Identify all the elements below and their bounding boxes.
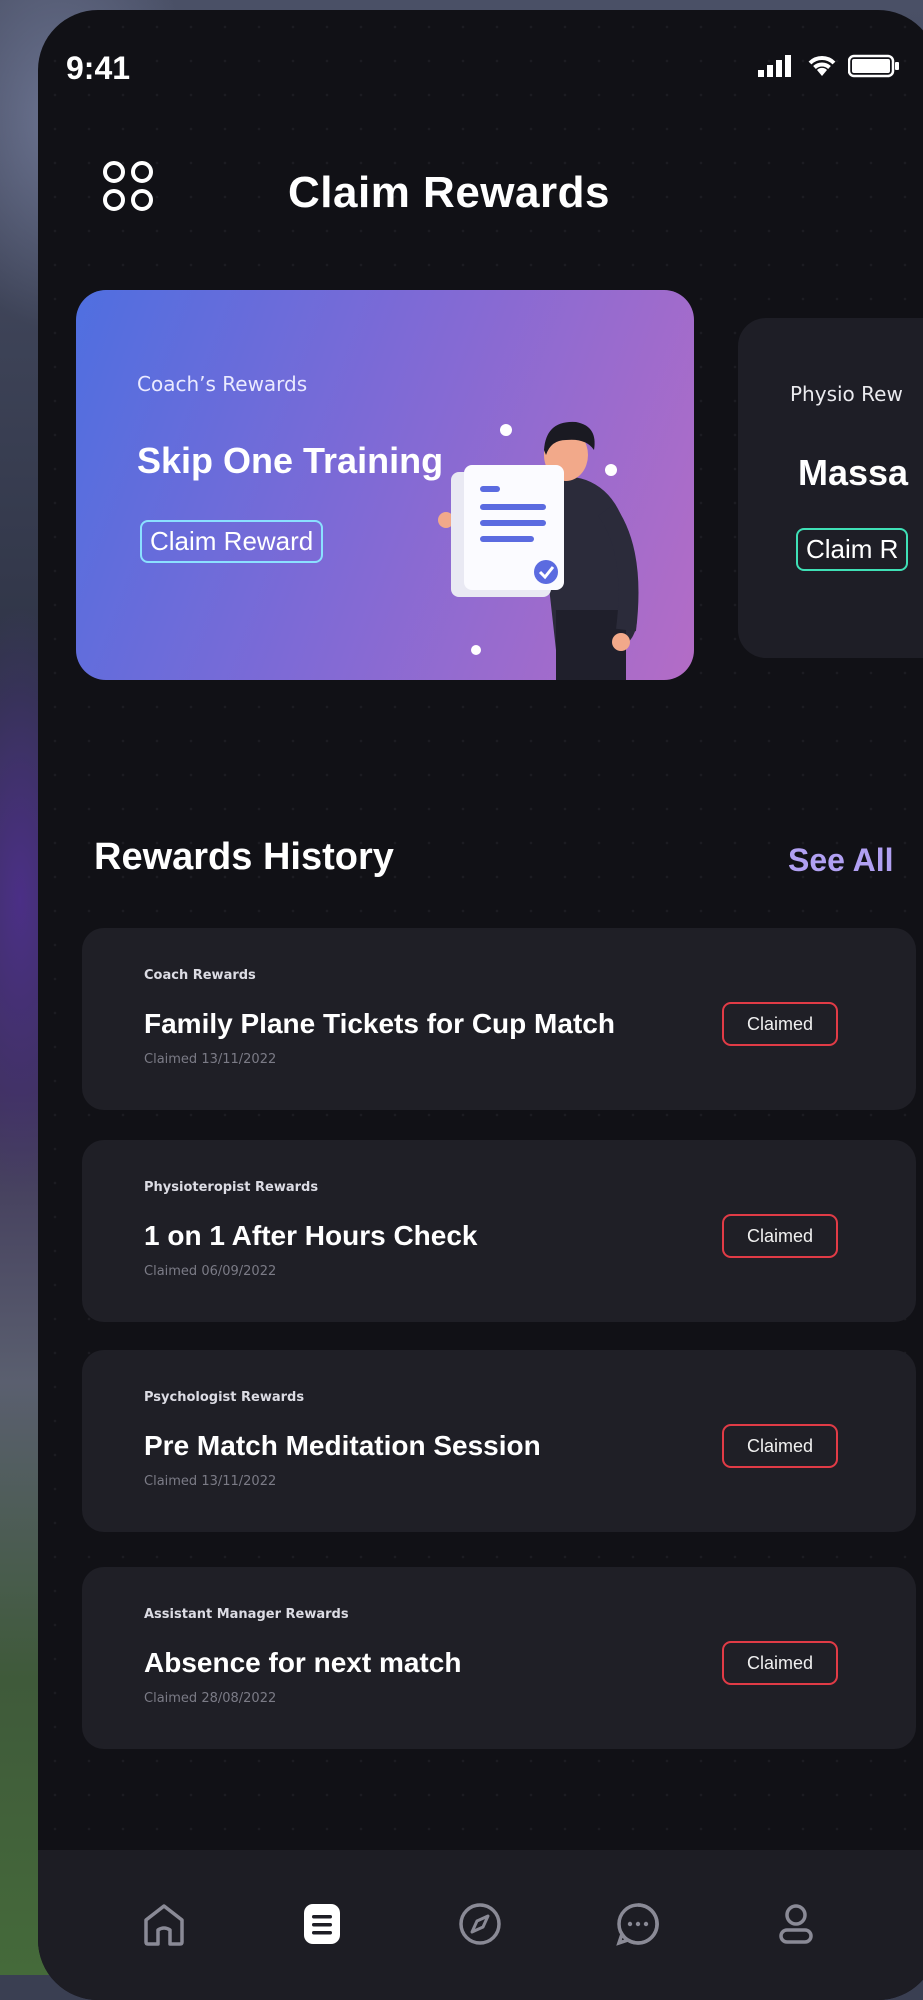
reward-card-category: Coach’s Rewards — [137, 372, 308, 396]
page-title: Claim Rewards — [288, 168, 610, 217]
history-row[interactable]: Coach Rewards Family Plane Tickets for C… — [82, 928, 916, 1110]
history-row[interactable]: Psychologist Rewards Pre Match Meditatio… — [82, 1350, 916, 1532]
history-title: Family Plane Tickets for Cup Match — [144, 1008, 615, 1039]
history-title: Absence for next match — [144, 1647, 462, 1678]
status-badge: Claimed — [722, 1641, 838, 1685]
reward-card-coach[interactable]: Coach’s Rewards Skip One Training Claim … — [76, 290, 694, 680]
history-title: 1 on 1 After Hours Check — [144, 1220, 478, 1251]
history-date: Claimed 13/11/2022 — [144, 1052, 277, 1067]
grid-icon[interactable] — [100, 158, 156, 214]
rewards-list-icon[interactable] — [292, 1894, 352, 1954]
battery-icon — [848, 54, 899, 78]
claim-reward-button[interactable]: Claim Reward — [140, 520, 324, 563]
reward-card-title: Massa — [798, 452, 909, 493]
status-icons — [758, 54, 900, 78]
history-date: Claimed 06/09/2022 — [144, 1264, 277, 1279]
reward-card-physio[interactable]: Physio Rew Massa Claim R — [738, 318, 923, 658]
history-category: Psychologist Rewards — [144, 1390, 305, 1405]
person-document-illustration — [438, 421, 639, 680]
status-bar: 9:41 — [38, 10, 923, 120]
history-category: Assistant Manager Rewards — [144, 1607, 349, 1622]
claim-reward-button[interactable]: Claim R — [796, 528, 909, 571]
rewards-history-title: Rewards History — [94, 836, 394, 878]
status-badge: Claimed — [722, 1214, 838, 1258]
status-badge: Claimed — [722, 1002, 838, 1046]
bottom-nav — [38, 1850, 923, 2000]
reward-card-title: Skip One Training — [137, 440, 444, 481]
history-row[interactable]: Physioteropist Rewards 1 on 1 After Hour… — [82, 1140, 916, 1322]
reward-card-category: Physio Rew — [790, 382, 903, 406]
history-date: Claimed 28/08/2022 — [144, 1691, 277, 1706]
history-title: Pre Match Meditation Session — [144, 1430, 541, 1461]
phone-screen: 9:41 Claim Rewards Coach’s Rewards Skip … — [38, 10, 923, 2000]
status-badge: Claimed — [722, 1424, 838, 1468]
wifi-icon — [808, 56, 836, 76]
history-row[interactable]: Assistant Manager Rewards Absence for ne… — [82, 1567, 916, 1749]
status-time: 9:41 — [66, 50, 131, 86]
compass-icon[interactable] — [450, 1894, 510, 1954]
history-category: Physioteropist Rewards — [144, 1180, 319, 1195]
history-category: Coach Rewards — [144, 968, 256, 983]
history-date: Claimed 13/11/2022 — [144, 1474, 277, 1489]
profile-icon[interactable] — [766, 1894, 826, 1954]
home-icon[interactable] — [134, 1894, 194, 1954]
signal-icon — [758, 55, 791, 77]
see-all-link[interactable]: See All — [788, 842, 894, 879]
chat-icon[interactable] — [608, 1894, 668, 1954]
